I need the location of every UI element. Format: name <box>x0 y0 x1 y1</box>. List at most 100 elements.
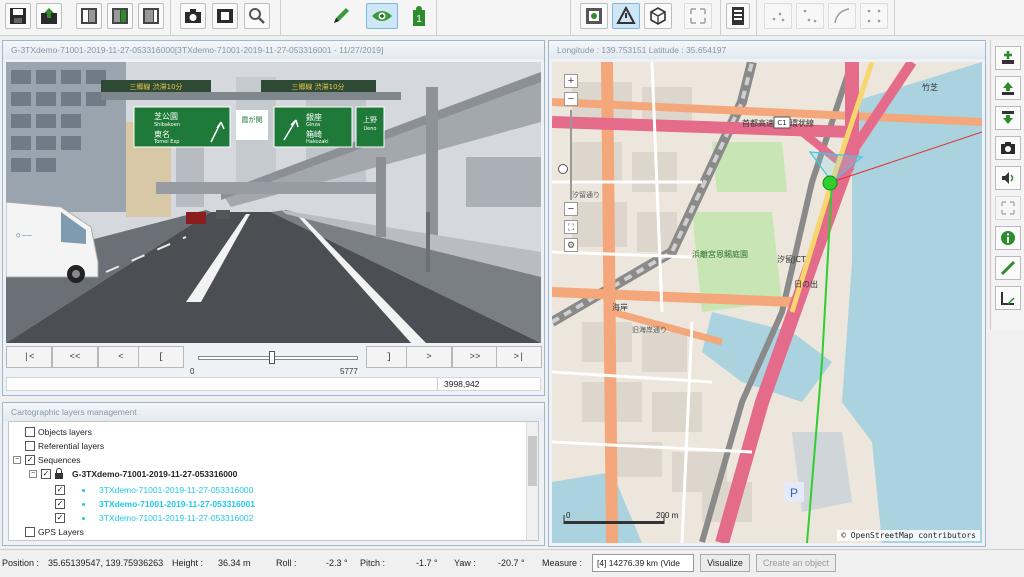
map-label-old-kaigan: 旧海岸通り <box>632 325 667 334</box>
height-label: Height : <box>172 558 204 568</box>
svg-text:P: P <box>790 486 798 500</box>
layout-center-icon[interactable] <box>107 3 133 29</box>
create-object-button[interactable]: Create an object <box>756 554 836 572</box>
position-value: 35.65139547, 139.75936263 <box>48 558 164 568</box>
layer-label: Objects layers <box>38 427 92 437</box>
layer-label: Sequences <box>38 455 81 465</box>
pencil-icon[interactable] <box>328 3 354 29</box>
last-frame-button[interactable]: >| <box>496 346 542 368</box>
points-icon[interactable] <box>764 3 792 29</box>
layer-checkbox[interactable] <box>25 427 35 437</box>
expand-icon[interactable] <box>684 3 712 29</box>
frame-slider-thumb[interactable] <box>268 351 275 364</box>
camera-icon[interactable] <box>180 3 206 29</box>
layout-left-icon[interactable] <box>76 3 102 29</box>
svg-text:銀座: 銀座 <box>306 112 322 122</box>
sequence-dot-icon <box>82 516 85 520</box>
layer-label: 3TXdemo-71001-2019-11-27-053316000 <box>99 485 254 495</box>
layer-tree-item[interactable]: ✓ 3TXdemo-71001-2019-11-27-053316002 <box>55 511 253 525</box>
layer-tree-item[interactable]: − ✓ G-3TXdemo-71001-2019-11-27-053316000 <box>29 467 237 481</box>
forward-fast-button[interactable]: >> <box>452 346 498 368</box>
map-zoom-slider[interactable] <box>570 110 572 200</box>
zoom-icon[interactable] <box>244 3 270 29</box>
curve-icon[interactable] <box>828 3 856 29</box>
map-pan-icon[interactable] <box>558 164 568 174</box>
snapshot-camera-icon[interactable] <box>995 136 1021 160</box>
lock-icon <box>54 467 64 481</box>
points-grid-icon[interactable] <box>860 3 888 29</box>
layer-tree-item[interactable]: ✓ 3TXdemo-71001-2019-11-27-053316001 <box>55 497 255 511</box>
save-icon[interactable] <box>5 3 31 29</box>
map-zoom-out-button[interactable]: − <box>564 92 578 106</box>
eye-icon[interactable] <box>366 3 398 29</box>
map-zoom-out-secondary-button[interactable]: − <box>564 202 578 216</box>
street-view-image[interactable]: 三郷線 渋滞10分 三郷線 渋滞10分 芝公園 Shibakoen 東名 Tom… <box>6 62 541 343</box>
measure-line-icon[interactable] <box>995 256 1021 280</box>
osm-map[interactable]: 首都高速都心環状線 汐留JCT 浜離宮恩賜庭園 日の出 竹芝 海岸 汐留通り 旧… <box>552 62 982 543</box>
first-frame-button[interactable]: |< <box>6 346 52 368</box>
layer-checkbox[interactable]: ✓ <box>41 469 51 479</box>
layer-tree-item[interactable]: Objects layers <box>25 425 92 439</box>
playback-controls: |< << < [ 0 5777 ] > >> >| <box>6 346 542 376</box>
layer-checkbox[interactable]: ✓ <box>25 455 35 465</box>
warning-icon[interactable] <box>612 3 640 29</box>
layout-right-icon[interactable] <box>138 3 164 29</box>
map-fullscreen-icon[interactable]: ⛶ <box>564 220 578 234</box>
height-value: 36.34 m <box>218 558 251 568</box>
measure-angle-icon[interactable] <box>995 286 1021 310</box>
list-icon[interactable] <box>726 3 750 29</box>
pitch-value: -1.7 ° <box>416 558 438 568</box>
map-settings-icon[interactable]: ⚙ <box>564 238 578 252</box>
move-up-icon[interactable] <box>995 76 1021 100</box>
visualize-button[interactable]: Visualize <box>700 554 750 572</box>
layer-checkbox[interactable]: ✓ <box>55 499 65 509</box>
measure-select[interactable]: [4] 14276.39 km (Vide <box>592 554 694 572</box>
layer-checkbox[interactable] <box>25 527 35 537</box>
points-corner-icon[interactable] <box>796 3 824 29</box>
svg-text:⬡ ——: ⬡ —— <box>16 233 32 239</box>
svg-text:三郷線 渋滞10分: 三郷線 渋滞10分 <box>291 82 344 91</box>
mark-in-button[interactable]: [ <box>138 346 184 368</box>
layer-tree-item[interactable]: ✓ 3TXdemo-71001-2019-11-27-053316000 <box>55 483 253 497</box>
add-layer-icon[interactable] <box>995 46 1021 70</box>
info-icon[interactable] <box>995 226 1021 250</box>
main-toolbar: 1 <box>0 0 1024 36</box>
layers-title: Cartographic layers management <box>3 403 544 421</box>
fit-extent-icon[interactable] <box>995 196 1021 220</box>
frame-slider-track[interactable] <box>198 356 358 360</box>
map-zoom-in-button[interactable]: + <box>564 74 578 88</box>
svg-text:0: 0 <box>566 511 571 520</box>
svg-text:1: 1 <box>416 14 422 25</box>
svg-text:Ginza: Ginza <box>306 122 320 128</box>
roll-label: Roll : <box>276 558 297 568</box>
layer-label: GPS Layers <box>38 527 84 537</box>
tree-expander-icon[interactable]: − <box>13 456 21 464</box>
export-icon[interactable] <box>36 3 62 29</box>
move-down-icon[interactable] <box>995 106 1021 130</box>
layer-tree-item[interactable]: Referential layers <box>25 439 104 453</box>
map-label-jct: 汐留JCT <box>777 254 806 264</box>
next-frame-button[interactable]: > <box>406 346 452 368</box>
map-point-icon[interactable] <box>580 3 608 29</box>
slider-max-label: 5777 <box>340 367 358 376</box>
info-marker-icon[interactable]: 1 <box>406 3 432 29</box>
layer-checkbox[interactable] <box>25 441 35 451</box>
layer-label: 3TXdemo-71001-2019-11-27-053316001 <box>99 499 255 509</box>
svg-text:Tomei Exp: Tomei Exp <box>153 139 179 145</box>
layers-scrollbar[interactable] <box>526 422 538 540</box>
layer-tree-item[interactable]: − ✓ Sequences <box>13 453 81 467</box>
map-label-shiodome: 汐留通り <box>572 190 600 199</box>
tree-expander-icon[interactable]: − <box>29 470 37 478</box>
cube-icon[interactable] <box>644 3 672 29</box>
map-label-kaigan: 海岸 <box>612 302 628 312</box>
rewind-fast-button[interactable]: << <box>52 346 98 368</box>
layer-tree-item[interactable]: GPS Layers <box>25 525 84 539</box>
layer-checkbox[interactable]: ✓ <box>55 485 65 495</box>
layer-checkbox[interactable]: ✓ <box>55 513 65 523</box>
map-label-takeshiba: 竹芝 <box>922 82 938 92</box>
audio-icon[interactable] <box>995 166 1021 190</box>
svg-text:Hakozaki: Hakozaki <box>306 139 329 145</box>
measure-select-value: [4] 14276.39 km (Vide <box>597 558 681 568</box>
yaw-value: -20.7 ° <box>498 558 525 568</box>
film-icon[interactable] <box>212 3 238 29</box>
